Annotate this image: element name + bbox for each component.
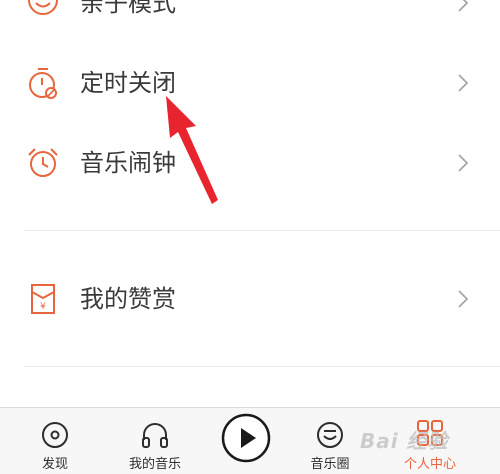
smile-circle-icon: [317, 422, 343, 448]
child-face-icon: [28, 0, 58, 15]
annotation-arrow-icon: [166, 96, 218, 204]
section-divider: [24, 366, 500, 367]
menu-item-my-rewards[interactable]: ¥ 我的赞赏: [0, 264, 500, 334]
chevron-right-icon: [458, 74, 469, 92]
menu-item-label: 我的赞赏: [80, 285, 176, 313]
section-divider: [24, 230, 500, 231]
tab-my-music[interactable]: 我的音乐: [115, 408, 195, 474]
timer-off-icon: [29, 68, 57, 99]
disc-icon: [42, 422, 68, 448]
tab-music-circle[interactable]: 音乐圈: [290, 408, 370, 474]
tab-label: 发现: [41, 457, 68, 472]
menu-item-sleep-timer[interactable]: 定时关闭: [0, 48, 500, 118]
chevron-right-icon: [458, 0, 469, 12]
menu-item-music-alarm[interactable]: 音乐闹钟: [0, 128, 500, 198]
tab-label: 音乐圈: [310, 457, 350, 472]
menu-item-kids-mode[interactable]: 亲子模式: [0, 0, 500, 48]
play-button[interactable]: [218, 408, 274, 474]
chevron-right-icon: [458, 290, 469, 308]
headphones-icon: [142, 423, 168, 448]
chevron-right-icon: [458, 154, 469, 172]
tab-label: 我的音乐: [128, 457, 181, 472]
svg-text:¥: ¥: [40, 302, 46, 312]
menu-item-label: 亲子模式: [80, 0, 176, 17]
play-icon: [221, 413, 271, 463]
red-envelope-icon: ¥: [31, 284, 55, 314]
tab-label: 个人中心: [403, 457, 456, 472]
watermark: Bai 经验: [360, 429, 449, 453]
tab-discover[interactable]: 发现: [15, 408, 95, 474]
alarm-clock-icon: [28, 148, 58, 177]
